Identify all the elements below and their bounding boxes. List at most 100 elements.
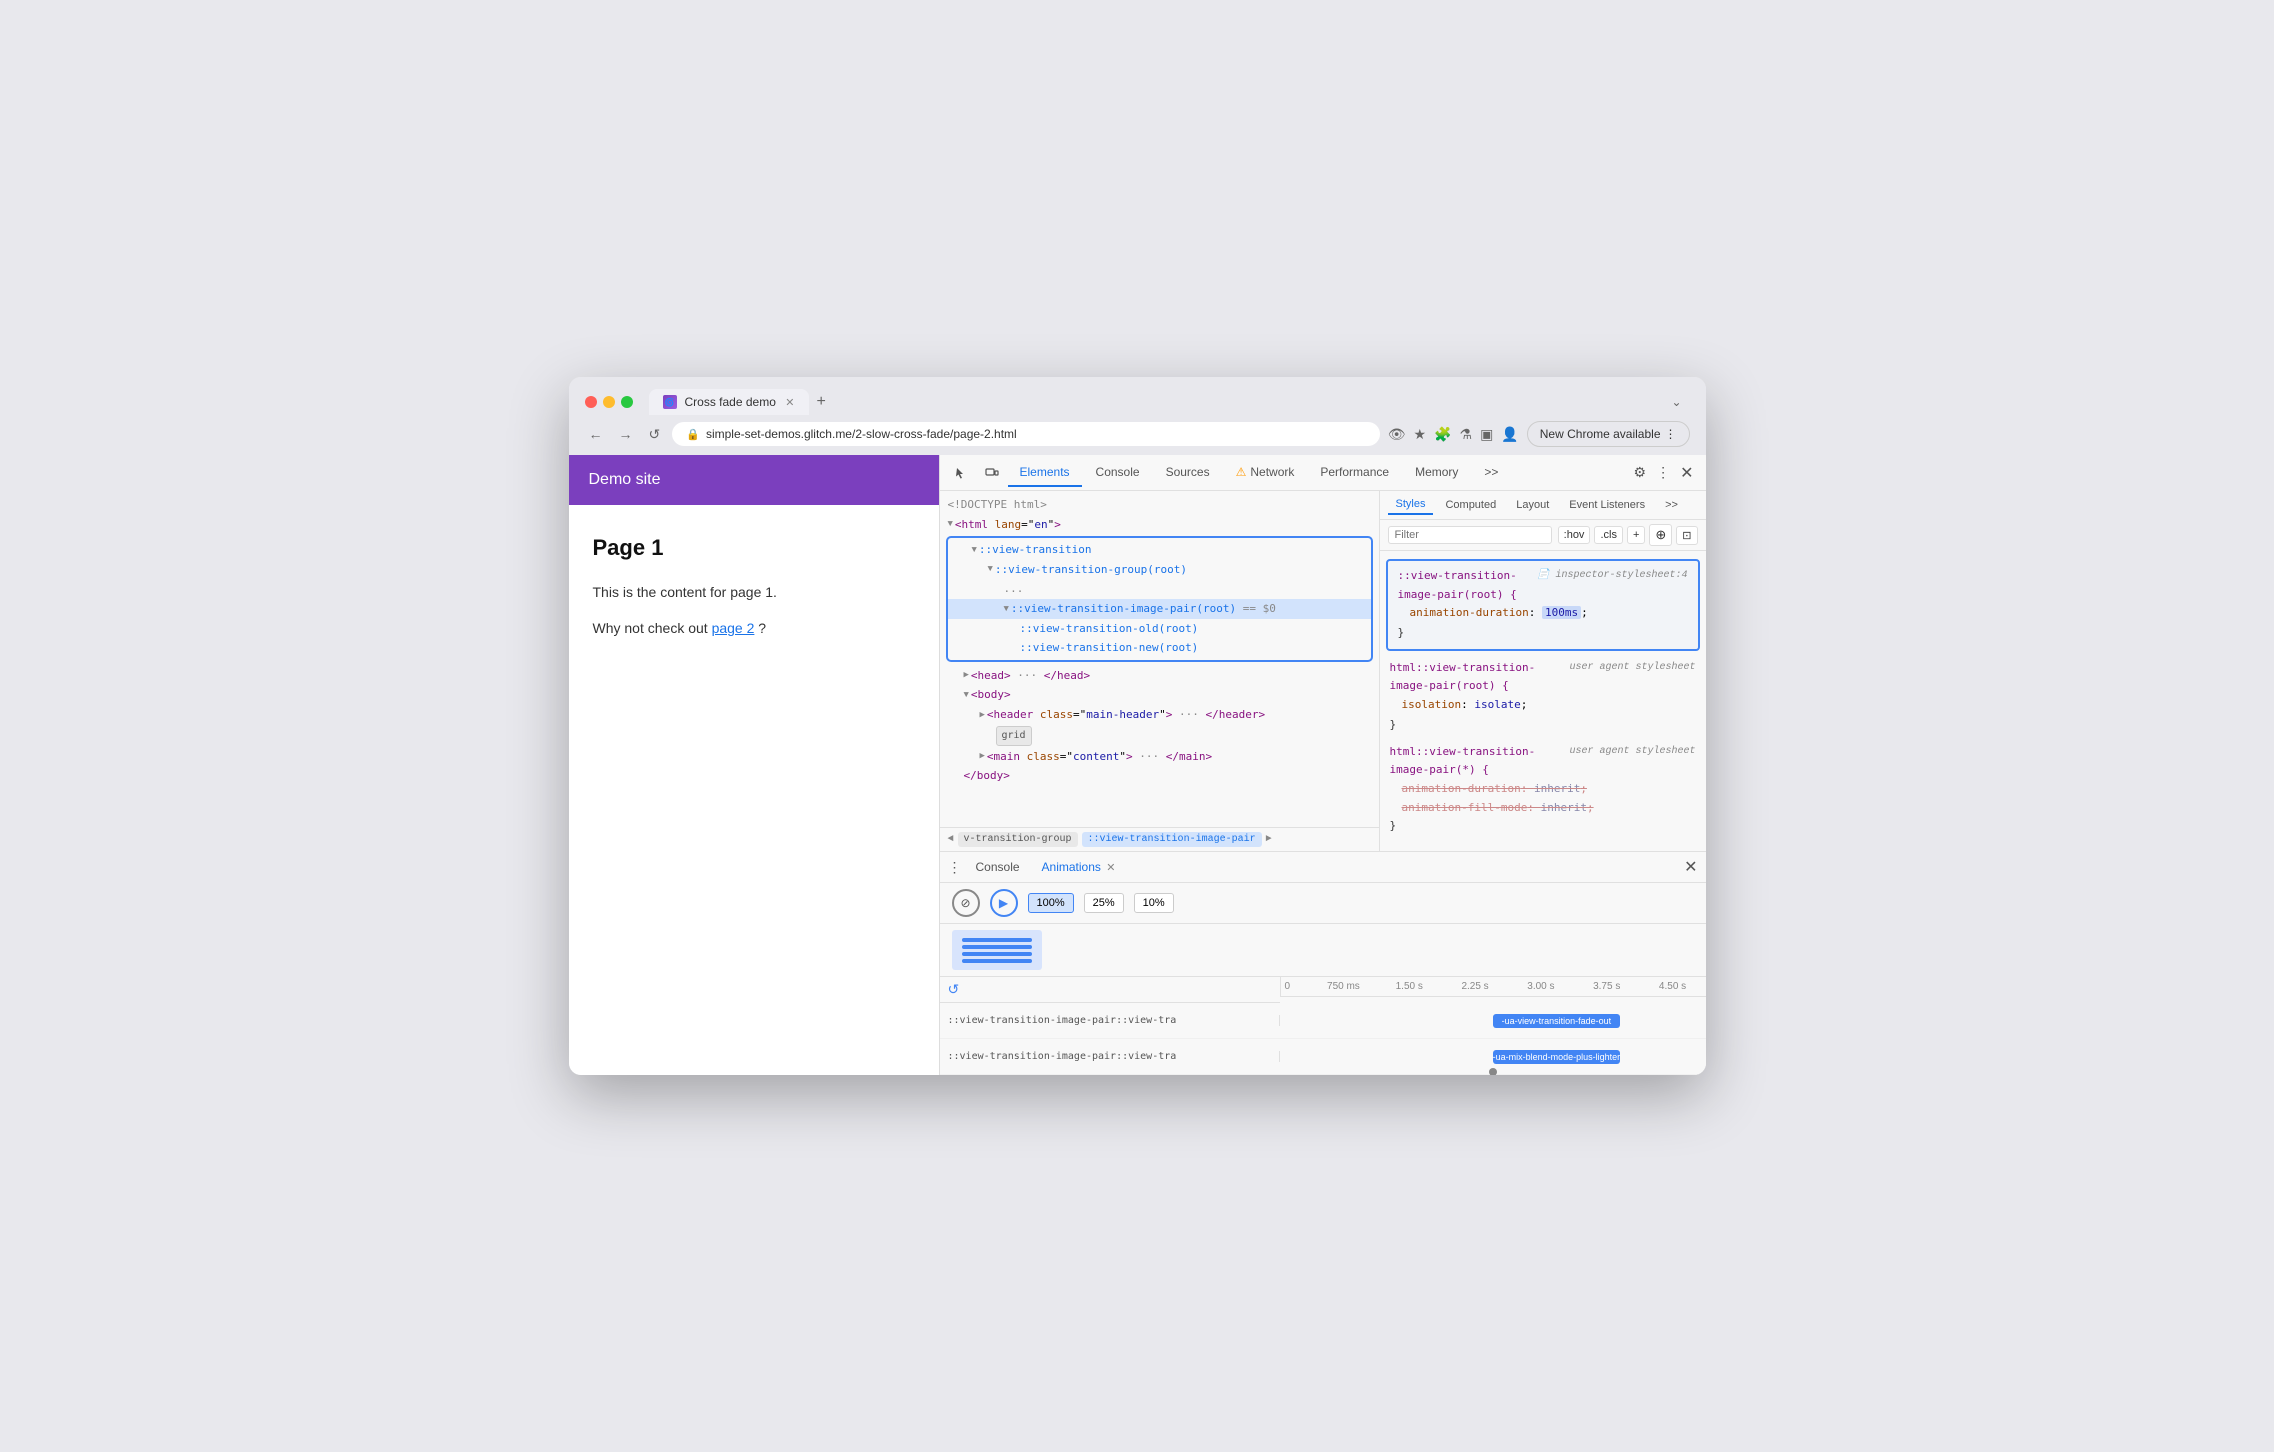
body-expand[interactable]: ▼ bbox=[964, 688, 969, 702]
devtools-more-icon[interactable]: ⋮ bbox=[1652, 460, 1674, 485]
browser-tab-active[interactable]: 🌀 Cross fade demo ✕ bbox=[649, 389, 809, 415]
address-actions: 👁 ★ 🧩 ⚗ ▣ 👤 New Chrome available ⋮ bbox=[1388, 421, 1690, 447]
traffic-lights bbox=[585, 396, 633, 408]
styles-tab-event-listeners[interactable]: Event Listeners bbox=[1561, 496, 1653, 514]
eye-off-icon[interactable]: 👁 bbox=[1388, 426, 1406, 443]
styles-new-style-btn[interactable]: ⊕ bbox=[1649, 524, 1672, 546]
html-expand-triangle[interactable]: ▼ bbox=[948, 517, 953, 531]
styles-tab-more[interactable]: >> bbox=[1657, 496, 1686, 514]
devtools-tab-console-label: Console bbox=[1096, 465, 1140, 479]
back-button[interactable]: ← bbox=[585, 424, 607, 444]
header-expand[interactable]: ▶ bbox=[980, 708, 985, 722]
drawer-close-button[interactable]: ✕ bbox=[1684, 857, 1697, 877]
timeline-ruler: 0 750 ms 1.50 s 2.25 s 3.00 s 3.75 s 4.5… bbox=[1280, 977, 1706, 997]
refresh-button[interactable]: ↺ bbox=[645, 424, 665, 445]
breadcrumb-forward-arrow[interactable]: ► bbox=[1266, 834, 1272, 845]
drawer-tab-console[interactable]: Console bbox=[968, 856, 1028, 878]
devtools-settings-icon[interactable]: ⚙ bbox=[1630, 460, 1651, 485]
devtools-tab-sources[interactable]: Sources bbox=[1154, 459, 1222, 487]
browser-window: 🌀 Cross fade demo ✕ + ⌄ ← → ↺ 🔒 simple-s… bbox=[569, 377, 1706, 1075]
styles-tab-styles[interactable]: Styles bbox=[1388, 495, 1434, 515]
address-field[interactable]: 🔒 simple-set-demos.glitch.me/2-slow-cros… bbox=[672, 422, 1380, 446]
breadcrumb-item-vt-image-pair[interactable]: ::view-transition-image-pair bbox=[1082, 832, 1262, 847]
animation-speed-100[interactable]: 100% bbox=[1028, 893, 1074, 913]
profile-icon[interactable]: 👤 bbox=[1501, 426, 1518, 443]
styles-tabs-toolbar: Styles Computed Layout Event Listeners >… bbox=[1380, 491, 1706, 520]
devtools-tab-performance[interactable]: Performance bbox=[1308, 459, 1401, 487]
elements-breadcrumb: ◄ v-transition-group ::view-transition-i… bbox=[940, 827, 1379, 851]
animation-duration-value[interactable]: 100ms bbox=[1542, 606, 1581, 619]
forward-button[interactable]: → bbox=[615, 424, 637, 444]
rule-close-brace-1: } bbox=[1398, 624, 1688, 643]
new-chrome-chevron: ⋮ bbox=[1665, 427, 1677, 441]
element-picker-icon[interactable] bbox=[948, 459, 976, 487]
extensions-icon[interactable]: 🧩 bbox=[1434, 426, 1451, 443]
bookmark-icon[interactable]: ★ bbox=[1414, 426, 1427, 443]
styles-filter-input[interactable] bbox=[1388, 526, 1552, 544]
styles-filter-row: :hov .cls + ⊕ ⊡ bbox=[1380, 520, 1706, 551]
timeline-refresh-icon[interactable]: ↺ bbox=[948, 981, 960, 998]
animation-speed-10[interactable]: 10% bbox=[1134, 893, 1174, 913]
devtools-tab-elements[interactable]: Elements bbox=[1008, 459, 1082, 487]
breadcrumb-item-vt-group[interactable]: v-transition-group bbox=[958, 832, 1078, 847]
doctype-line: <!DOCTYPE html> bbox=[940, 495, 1379, 515]
new-chrome-button[interactable]: New Chrome available ⋮ bbox=[1527, 421, 1690, 447]
style-rule-vt-image-pair-inspector: ::view-transition-image-pair(root) { 📄 i… bbox=[1386, 559, 1700, 651]
animation-cancel-button[interactable]: ⊘ bbox=[952, 889, 980, 917]
network-warning-icon: ⚠ bbox=[1236, 465, 1247, 479]
secure-icon: 🔒 bbox=[686, 428, 700, 441]
vtg-expand[interactable]: ▼ bbox=[988, 562, 993, 576]
styles-filter-cls[interactable]: .cls bbox=[1594, 526, 1623, 544]
minimize-window-button[interactable] bbox=[603, 396, 615, 408]
rule-source-3: user agent stylesheet bbox=[1569, 743, 1695, 760]
styles-tab-layout[interactable]: Layout bbox=[1508, 496, 1557, 514]
drawer-more-icon[interactable]: ⋮ bbox=[948, 859, 962, 876]
vt-dots-line: ... bbox=[948, 579, 1371, 599]
device-toolbar-icon[interactable] bbox=[978, 459, 1006, 487]
timeline-bar-2: -ua-mix-blend-mode-plus-lighter bbox=[1493, 1050, 1621, 1064]
devtools-tab-more[interactable]: >> bbox=[1472, 459, 1510, 487]
new-tab-button[interactable]: + bbox=[817, 393, 826, 411]
drawer-tab-animations[interactable]: Animations ✕ bbox=[1034, 856, 1124, 878]
devtools-tab-network[interactable]: ⚠ Network bbox=[1224, 459, 1307, 487]
body-tag-line: ▼ <body> bbox=[940, 685, 1379, 705]
timeline-scrubber[interactable] bbox=[1489, 1068, 1497, 1075]
devtools-tab-console[interactable]: Console bbox=[1084, 459, 1152, 487]
vt-expand[interactable]: ▼ bbox=[972, 543, 977, 557]
view-transition-blue-box: ▼ ::view-transition ▼ ::view-transition-… bbox=[946, 536, 1373, 662]
lab-icon[interactable]: ⚗ bbox=[1460, 426, 1473, 443]
body-close-line: </body> bbox=[940, 766, 1379, 786]
anim-dur-value-3: inherit bbox=[1534, 782, 1580, 795]
timeline-bar-area-2: -ua-mix-blend-mode-plus-lighter bbox=[1280, 1039, 1706, 1074]
elements-content[interactable]: <!DOCTYPE html> ▼ <html lang="en"> ▼ bbox=[940, 491, 1379, 827]
breadcrumb-back-arrow[interactable]: ◄ bbox=[948, 834, 954, 845]
style-rule-vt-image-pair-ua: html::view-transition-image-pair(root) {… bbox=[1380, 655, 1706, 739]
maximize-window-button[interactable] bbox=[621, 396, 633, 408]
devtools-close-icon[interactable]: ✕ bbox=[1676, 459, 1697, 487]
styles-add-rule-btn[interactable]: + bbox=[1627, 526, 1645, 544]
expand-button[interactable]: ⌄ bbox=[1663, 391, 1689, 413]
head-expand[interactable]: ▶ bbox=[964, 668, 969, 682]
rule-close-brace-3: } bbox=[1390, 817, 1696, 836]
main-expand[interactable]: ▶ bbox=[980, 749, 985, 763]
vt-image-pair-line[interactable]: ▼ ::view-transition-image-pair(root) == … bbox=[948, 599, 1371, 619]
devtools-tab-memory[interactable]: Memory bbox=[1403, 459, 1470, 487]
close-window-button[interactable] bbox=[585, 396, 597, 408]
split-view-icon[interactable]: ▣ bbox=[1480, 426, 1493, 443]
rule-source-1: 📄 inspector-stylesheet:4 bbox=[1537, 567, 1688, 584]
timeline-header: ↺ bbox=[940, 977, 1280, 1003]
styles-tab-computed[interactable]: Computed bbox=[1437, 496, 1504, 514]
demo-page2-link[interactable]: page 2 bbox=[712, 620, 755, 636]
isolation-value: isolate bbox=[1474, 698, 1520, 711]
tab-close-button[interactable]: ✕ bbox=[785, 396, 794, 409]
vtip-expand[interactable]: ▼ bbox=[1004, 602, 1009, 616]
ruler-mark-225: 2.25 s bbox=[1442, 981, 1508, 992]
styles-filter-hov[interactable]: :hov bbox=[1558, 526, 1591, 544]
demo-text-2: Why not check out page 2 ? bbox=[593, 617, 915, 639]
styles-computed-btn[interactable]: ⊡ bbox=[1676, 526, 1697, 545]
animation-speed-25[interactable]: 25% bbox=[1084, 893, 1124, 913]
drawer-tab-animations-close[interactable]: ✕ bbox=[1106, 862, 1115, 874]
rule-selector-3: html::view-transition-image-pair(*) { us… bbox=[1390, 743, 1696, 780]
rule-selector-2: html::view-transition-image-pair(root) {… bbox=[1390, 659, 1696, 696]
animation-play-button[interactable]: ▶ bbox=[990, 889, 1018, 917]
